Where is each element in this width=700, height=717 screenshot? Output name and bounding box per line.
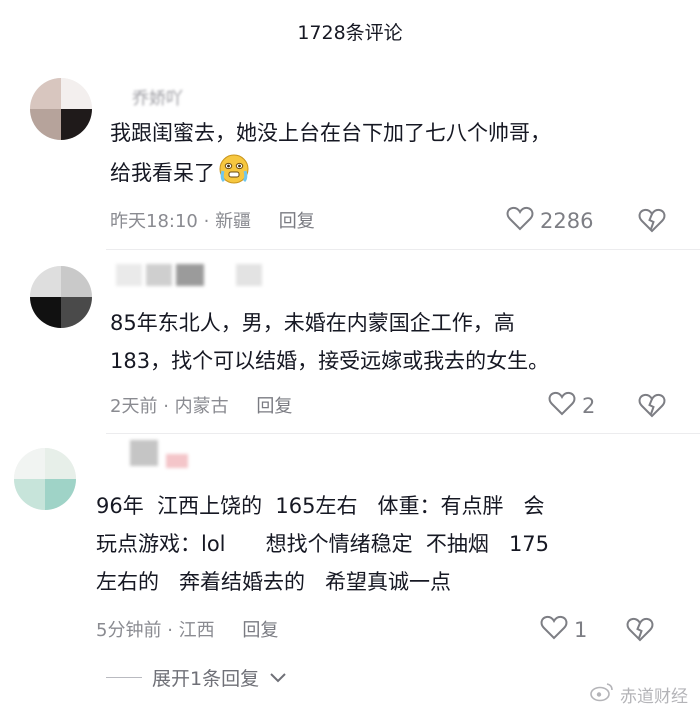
username[interactable]: 乔娇吖 xyxy=(132,84,183,109)
expand-replies-button[interactable]: 展开1条回复 xyxy=(106,664,287,691)
reply-button[interactable]: 回复 xyxy=(256,396,292,417)
divider xyxy=(106,249,700,250)
comment-text: 85年东北人，男，未婚在内蒙国企工作，高 183，找个可以结婚，接受远嫁或我去的… xyxy=(110,311,550,373)
comments-header: 1728条评论 xyxy=(297,22,403,44)
comment-location: 新疆 xyxy=(215,211,252,232)
like-button[interactable]: 1 xyxy=(540,614,587,645)
comment-text: 96年 江西上饶的 165左右 体重：有点胖 会 玩点游戏：lol 想找个情绪稳… xyxy=(96,494,550,594)
broken-heart-icon[interactable] xyxy=(638,207,666,237)
heart-outline-icon xyxy=(540,614,568,645)
like-count: 2286 xyxy=(540,208,594,233)
crying-face-icon xyxy=(217,152,251,196)
comment-meta: 5分钟前 · 江西 回复 xyxy=(96,620,279,641)
comment-text: 我跟闺蜜去，她没上台在台下加了七八个帅哥， 给我看呆了 xyxy=(110,114,551,196)
heart-outline-icon xyxy=(548,390,576,421)
broken-heart-icon[interactable] xyxy=(638,392,666,422)
comment-meta: 2天前 · 内蒙古 回复 xyxy=(110,396,293,417)
like-count: 2 xyxy=(582,393,596,418)
reply-button[interactable]: 回复 xyxy=(279,211,315,232)
broken-heart-icon[interactable] xyxy=(626,616,654,646)
comment-time: 昨天18:10 xyxy=(110,211,198,232)
like-button[interactable]: 2 xyxy=(548,390,595,421)
avatar[interactable] xyxy=(30,266,92,328)
divider xyxy=(106,433,700,434)
comment-time: 5分钟前 xyxy=(96,620,162,641)
watermark-text: 赤道财经 xyxy=(620,687,688,707)
expand-divider-line xyxy=(106,677,142,678)
reply-button[interactable]: 回复 xyxy=(242,620,278,641)
like-button[interactable]: 2286 xyxy=(506,205,593,236)
comment-location: 江西 xyxy=(178,620,215,641)
like-count: 1 xyxy=(574,617,588,642)
avatar[interactable] xyxy=(14,448,76,510)
avatar[interactable] xyxy=(30,78,92,140)
expand-replies-label: 展开1条回复 xyxy=(152,668,260,690)
heart-outline-icon xyxy=(506,205,534,236)
comment-location: 内蒙古 xyxy=(174,396,229,417)
comment-meta: 昨天18:10 · 新疆 回复 xyxy=(110,211,315,232)
watermark: 赤道财经 xyxy=(590,682,688,707)
weibo-logo-icon xyxy=(590,682,614,707)
comment-time: 2天前 xyxy=(110,396,158,417)
chevron-down-icon xyxy=(269,667,287,689)
